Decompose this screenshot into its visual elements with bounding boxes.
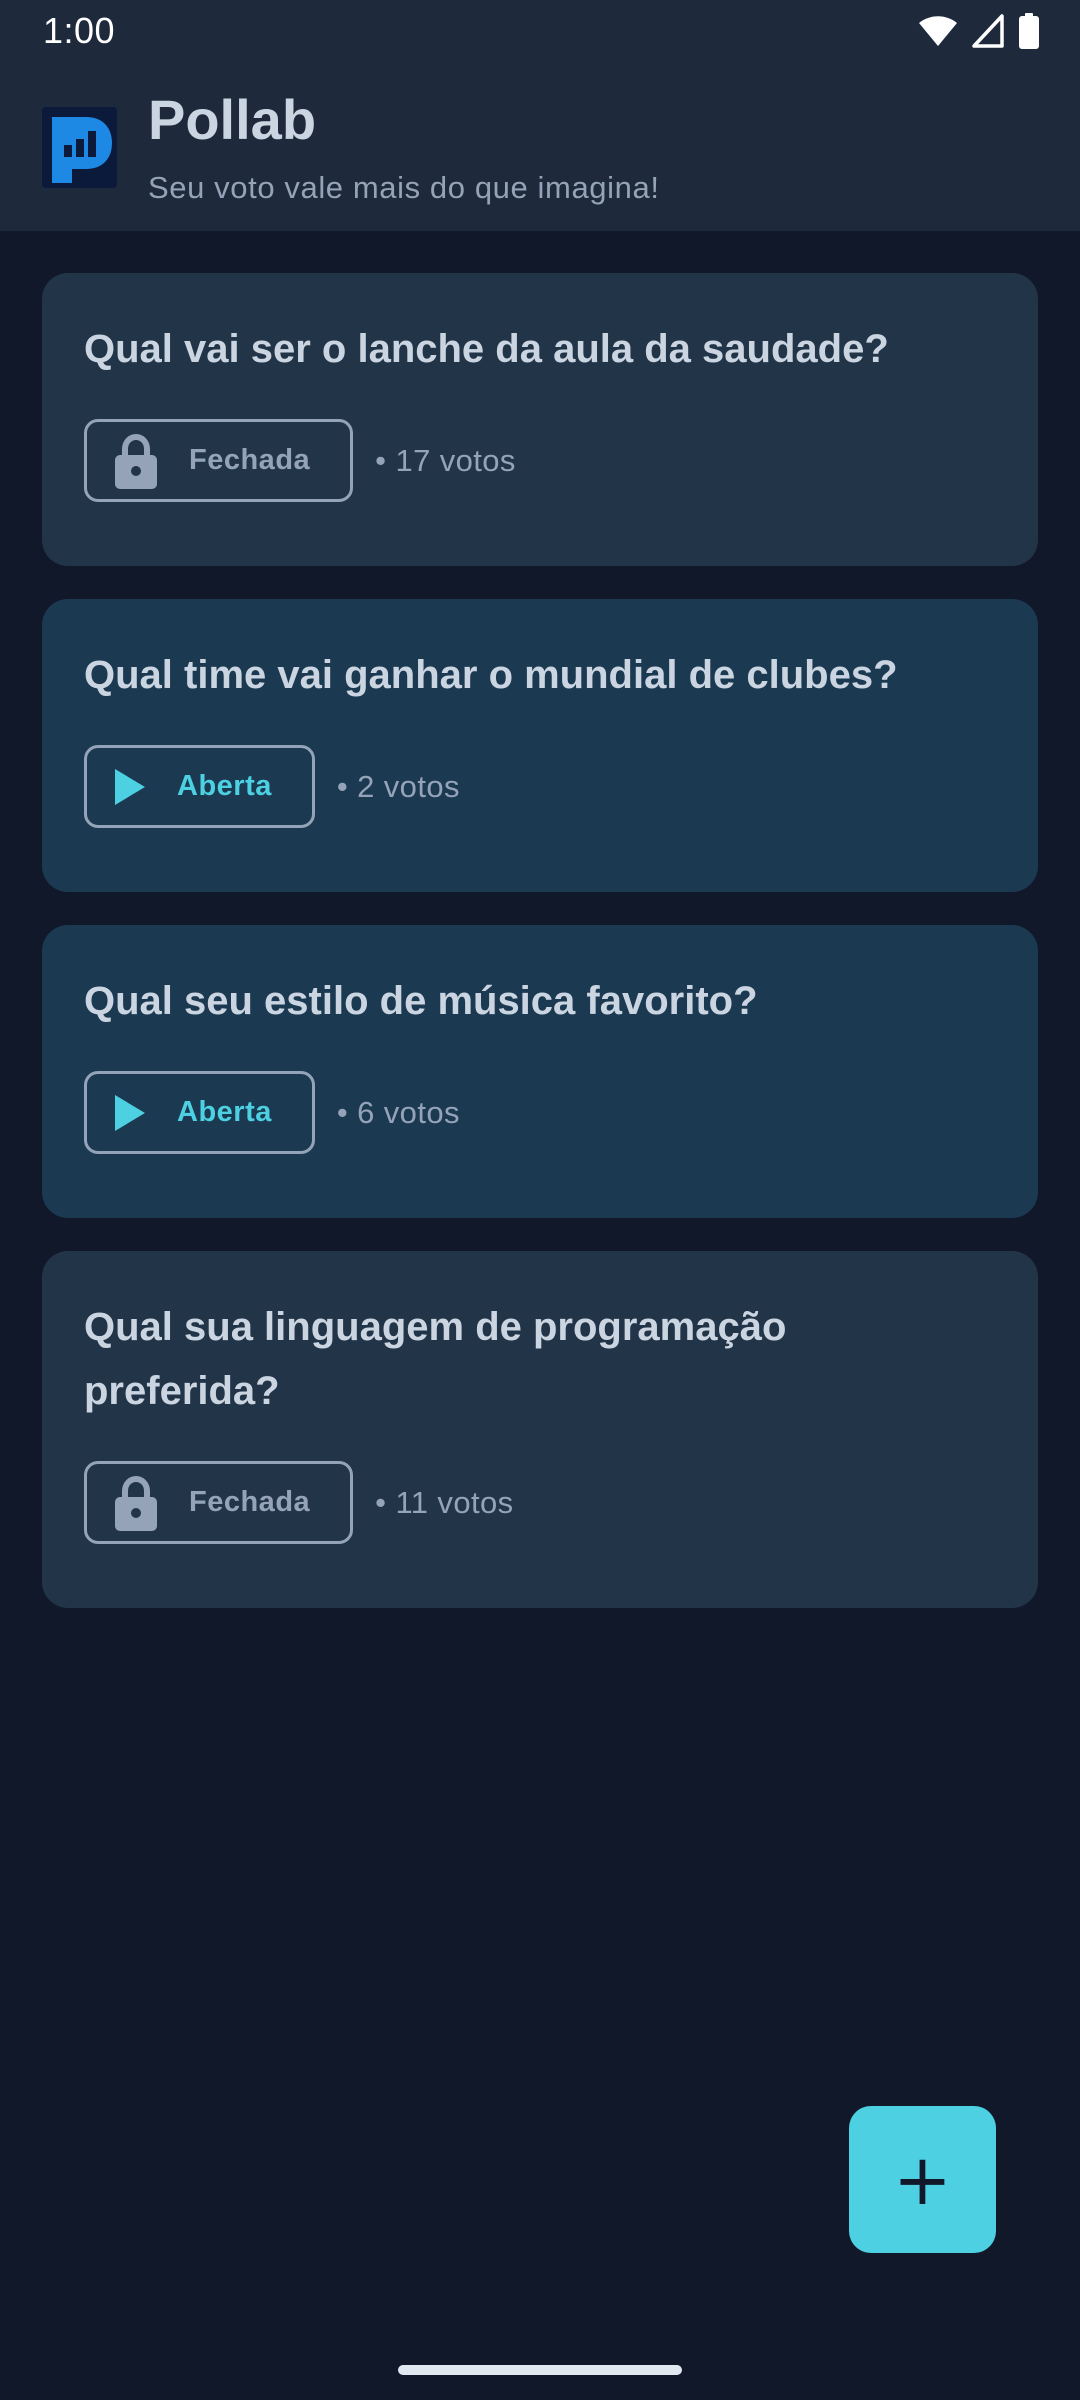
play-icon [115, 768, 145, 805]
signal-icon [972, 14, 1004, 48]
status-label: Fechada [189, 1486, 311, 1518]
app-bar: Pollab Seu voto vale mais do que imagina… [0, 62, 1080, 231]
status-chip: Fechada [84, 419, 354, 502]
app-title: Pollab [148, 88, 317, 151]
status-bar: 1:00 [0, 0, 1080, 62]
status-icons [918, 12, 1040, 50]
poll-card[interactable]: Qual time vai ganhar o mundial de clubes… [42, 599, 1038, 892]
vote-count: • 2 votos [336, 768, 460, 804]
status-label: Fechada [189, 444, 311, 476]
vote-count: • 6 votos [336, 1094, 460, 1130]
poll-card[interactable]: Qual sua linguagem de programação prefer… [42, 1251, 1038, 1608]
status-chip: Aberta [84, 745, 315, 828]
home-indicator[interactable] [398, 2365, 682, 2375]
vote-count: • 17 votos [375, 442, 516, 478]
poll-meta: Aberta • 6 votos [84, 1071, 460, 1154]
vote-count: • 11 votos [375, 1484, 514, 1520]
poll-meta: Fechada • 11 votos [84, 1461, 514, 1544]
poll-question: Qual vai ser o lanche da aula da saudade… [84, 327, 889, 371]
screen: 1:00 Pollab Seu voto vale mais do que im… [0, 0, 1080, 2400]
status-chip: Aberta [84, 1071, 315, 1154]
wifi-icon [919, 16, 957, 46]
status-chip: Fechada [84, 1461, 354, 1544]
add-poll-button[interactable]: + [849, 2106, 996, 2253]
pollab-logo-icon [42, 107, 117, 188]
lock-icon [115, 433, 157, 489]
play-icon [115, 1094, 145, 1131]
lock-icon [115, 1475, 157, 1531]
status-label: Aberta [177, 1096, 272, 1128]
plus-icon: + [893, 2138, 952, 2221]
poll-question: Qual time vai ganhar o mundial de clubes… [84, 653, 898, 697]
header: 1:00 Pollab Seu voto vale mais do que im… [0, 0, 1080, 231]
poll-card[interactable]: Qual vai ser o lanche da aula da saudade… [42, 273, 1038, 566]
app-subtitle: Seu voto vale mais do que imagina! [148, 170, 660, 205]
status-label: Aberta [177, 770, 272, 802]
poll-question: Qual sua linguagem de programação prefer… [84, 1305, 787, 1413]
poll-meta: Aberta • 2 votos [84, 745, 460, 828]
battery-icon [1019, 13, 1039, 49]
status-time: 1:00 [43, 10, 116, 51]
poll-card[interactable]: Qual seu estilo de música favorito? Aber… [42, 925, 1038, 1218]
poll-meta: Fechada • 17 votos [84, 419, 516, 502]
poll-question: Qual seu estilo de música favorito? [84, 979, 758, 1023]
